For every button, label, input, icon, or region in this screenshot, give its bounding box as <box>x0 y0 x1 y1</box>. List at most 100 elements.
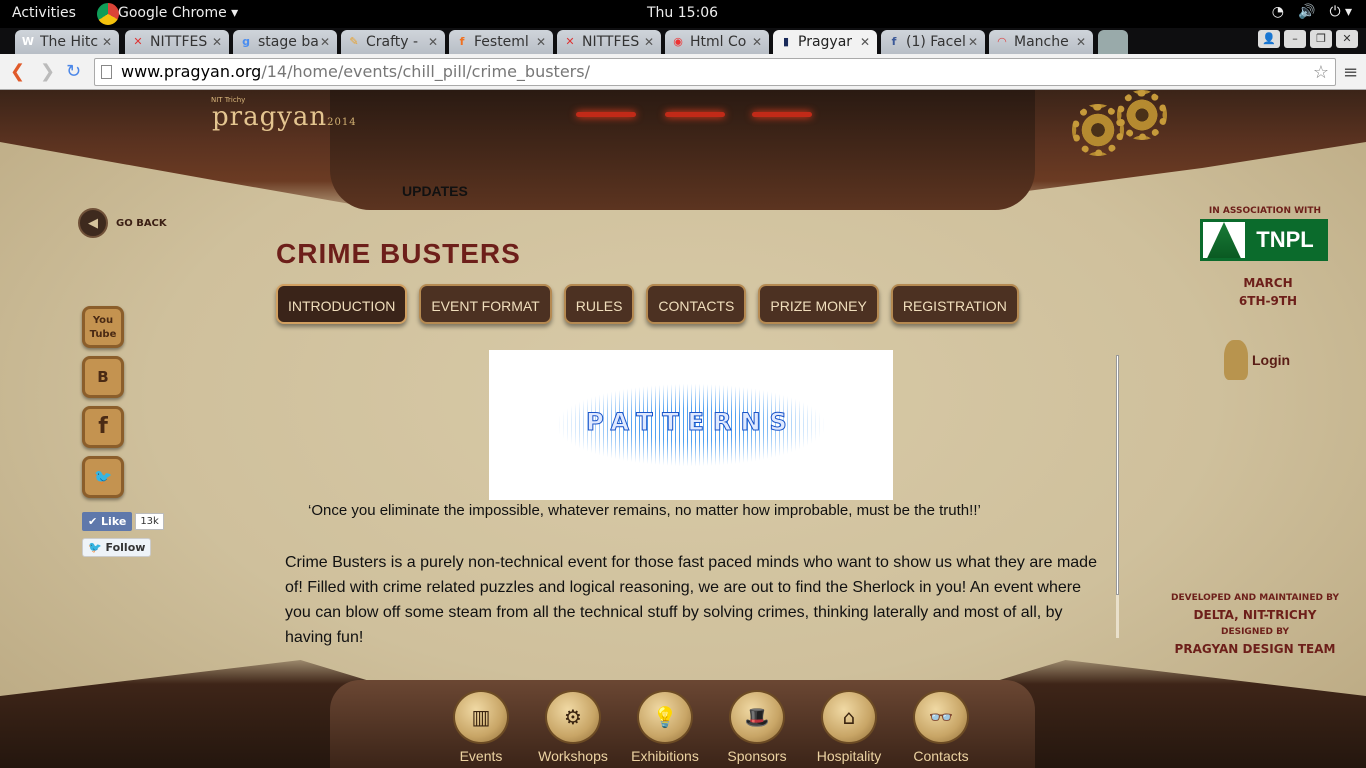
tab-close-icon[interactable]: ✕ <box>750 35 764 49</box>
tab-prize-money[interactable]: PRIZE MONEY <box>758 284 879 324</box>
association-label: IN ASSOCIATION WITH <box>1208 206 1322 216</box>
tab-close-icon[interactable]: ✕ <box>210 35 224 49</box>
gear-icon <box>1117 90 1167 140</box>
maximize-button[interactable]: ❐ <box>1310 30 1332 48</box>
wifi-icon[interactable]: ◔ <box>1272 4 1284 20</box>
tab-close-icon[interactable]: ✕ <box>858 35 872 49</box>
new-tab-button[interactable] <box>1098 30 1128 54</box>
nav-workshops[interactable]: ⚙ Workshops <box>532 690 614 764</box>
tab-contacts[interactable]: CONTACTS <box>646 284 747 324</box>
credits-team[interactable]: PRAGYAN DESIGN TEAM <box>1170 641 1340 658</box>
page-title: CRIME BUSTERS <box>276 238 521 269</box>
tab-title: Manche <box>1014 34 1069 50</box>
tab-close-icon[interactable]: ✕ <box>966 35 980 49</box>
tab-title: Pragyar <box>798 34 853 50</box>
credits-delta[interactable]: DELTA, NIT-TRICHY <box>1170 607 1340 624</box>
tab-favicon-icon: g <box>242 35 250 48</box>
bookmark-star-icon[interactable]: ☆ <box>1313 60 1329 86</box>
content-scrollbar[interactable] <box>1116 355 1119 638</box>
bottom-nav: ▥ Events ⚙ Workshops 💡 Exhibitions 🎩 Sponsor… <box>440 690 982 764</box>
twitter-follow-button[interactable]: 🐦 Follow <box>82 538 152 557</box>
app-menu[interactable]: Google Chrome ▾ <box>118 5 238 21</box>
login-button[interactable]: Login <box>1224 340 1290 380</box>
scrollbar-thumb[interactable] <box>1116 355 1119 595</box>
nav-exhibitions[interactable]: 💡 Exhibitions <box>624 690 706 764</box>
browser-tab[interactable]: W The Hitc ✕ <box>15 30 119 54</box>
youtube-icon[interactable]: You Tube <box>82 306 124 348</box>
tab-close-icon[interactable]: ✕ <box>534 35 548 49</box>
nav-sponsors[interactable]: 🎩 Sponsors <box>716 690 798 764</box>
banner-text: PATTERNS <box>586 408 796 437</box>
credits-dev: DEVELOPED AND MAINTAINED BY <box>1171 593 1339 603</box>
tab-title: Crafty - <box>366 34 419 50</box>
tab-introduction[interactable]: INTRODUCTION <box>276 284 408 324</box>
browser-tab[interactable]: ✕ NITTFES ✕ <box>557 30 661 54</box>
tab-title: NITTFES <box>150 34 208 50</box>
social-links: You Tube B f 🐦 <box>82 306 124 498</box>
browser-toolbar: ❮ ❯ ↻ www.pragyan.org/14/home/events/chi… <box>0 54 1366 90</box>
browser-tab[interactable]: ✕ NITTFES ✕ <box>125 30 229 54</box>
chrome-menu-icon[interactable]: ≡ <box>1343 62 1358 83</box>
tab-close-icon[interactable]: ✕ <box>1074 35 1088 49</box>
like-button[interactable]: ✔ Like <box>82 512 133 531</box>
association-block: IN ASSOCIATION WITH TNPL <box>1200 206 1330 261</box>
workshops-icon: ⚙ <box>545 690 601 744</box>
go-back-button[interactable]: ◀ GO BACK <box>78 208 167 238</box>
browser-tab[interactable]: ▮ Pragyar ✕ <box>773 30 877 54</box>
tab-rules[interactable]: RULES <box>563 284 635 324</box>
browser-tab[interactable]: f Festeml ✕ <box>449 30 553 54</box>
tab-registration[interactable]: REGISTRATION <box>890 284 1019 324</box>
user-icon[interactable]: 👤 <box>1258 30 1280 48</box>
browser-tab[interactable]: f (1) Facel ✕ <box>881 30 985 54</box>
blogger-icon[interactable]: B <box>82 356 124 398</box>
back-arrow-icon: ◀ <box>78 208 108 238</box>
nav-contacts[interactable]: 👓 Contacts <box>900 690 982 764</box>
clock[interactable]: Thu 15:06 <box>647 5 718 21</box>
event-dates: MARCH 6TH-9TH <box>1230 274 1306 310</box>
volume-icon[interactable]: 🔊 <box>1298 4 1315 20</box>
contacts-icon: 👓 <box>913 690 969 744</box>
close-window-button[interactable]: ✕ <box>1336 30 1358 48</box>
tab-favicon-icon: ◉ <box>673 35 683 48</box>
facebook-icon[interactable]: f <box>82 406 124 448</box>
tree-icon <box>1207 222 1241 258</box>
tab-favicon-icon: W <box>21 35 35 48</box>
event-banner-image: PATTERNS <box>489 350 893 500</box>
forward-icon[interactable]: ❯ <box>40 61 55 82</box>
nav-events[interactable]: ▥ Events <box>440 690 522 764</box>
twitter-icon[interactable]: 🐦 <box>82 456 124 498</box>
pragyan-logo[interactable]: pragyan2014 <box>212 102 357 132</box>
tab-close-icon[interactable]: ✕ <box>318 35 332 49</box>
facebook-like-widget: ✔ Like 13k <box>82 512 164 531</box>
activities-button[interactable]: Activities <box>12 5 76 21</box>
tab-title: The Hitc <box>40 34 99 50</box>
tnpl-logo[interactable]: TNPL <box>1200 219 1328 261</box>
back-icon[interactable]: ❮ <box>10 61 25 82</box>
nav-hospitality[interactable]: ⌂ Hospitality <box>808 690 890 764</box>
tab-close-icon[interactable]: ✕ <box>642 35 656 49</box>
event-tabs: INTRODUCTION EVENT FORMAT RULES CONTACTS… <box>276 284 1019 324</box>
light-decoration <box>665 112 725 117</box>
follow-label: Follow <box>105 541 146 554</box>
updates-link[interactable]: UPDATES <box>402 183 468 199</box>
minimize-button[interactable]: – <box>1284 30 1306 48</box>
tab-favicon-icon: ✎ <box>349 35 359 48</box>
browser-tab[interactable]: g stage ba ✕ <box>233 30 337 54</box>
reload-icon[interactable]: ↻ <box>66 61 81 82</box>
nav-label: Contacts <box>913 748 969 764</box>
tab-close-icon[interactable]: ✕ <box>426 35 440 49</box>
light-decoration <box>752 112 812 117</box>
browser-tab[interactable]: ◉ Html Co ✕ <box>665 30 769 54</box>
tab-favicon-icon: ✕ <box>565 35 575 48</box>
browser-tab[interactable]: ◠ Manche ✕ <box>989 30 1093 54</box>
tab-title: Festeml <box>474 34 529 50</box>
tab-favicon-icon: ✕ <box>133 35 143 48</box>
login-label: Login <box>1252 352 1291 368</box>
tab-event-format[interactable]: EVENT FORMAT <box>419 284 552 324</box>
tab-close-icon[interactable]: ✕ <box>100 35 114 49</box>
address-bar[interactable]: www.pragyan.org/14/home/events/chill_pil… <box>94 58 1336 86</box>
logo-year: 2014 <box>327 117 357 128</box>
power-icon[interactable]: ⏻ ▾ <box>1329 4 1352 20</box>
browser-tab[interactable]: ✎ Crafty - ✕ <box>341 30 445 54</box>
tab-title: stage ba <box>258 34 318 50</box>
